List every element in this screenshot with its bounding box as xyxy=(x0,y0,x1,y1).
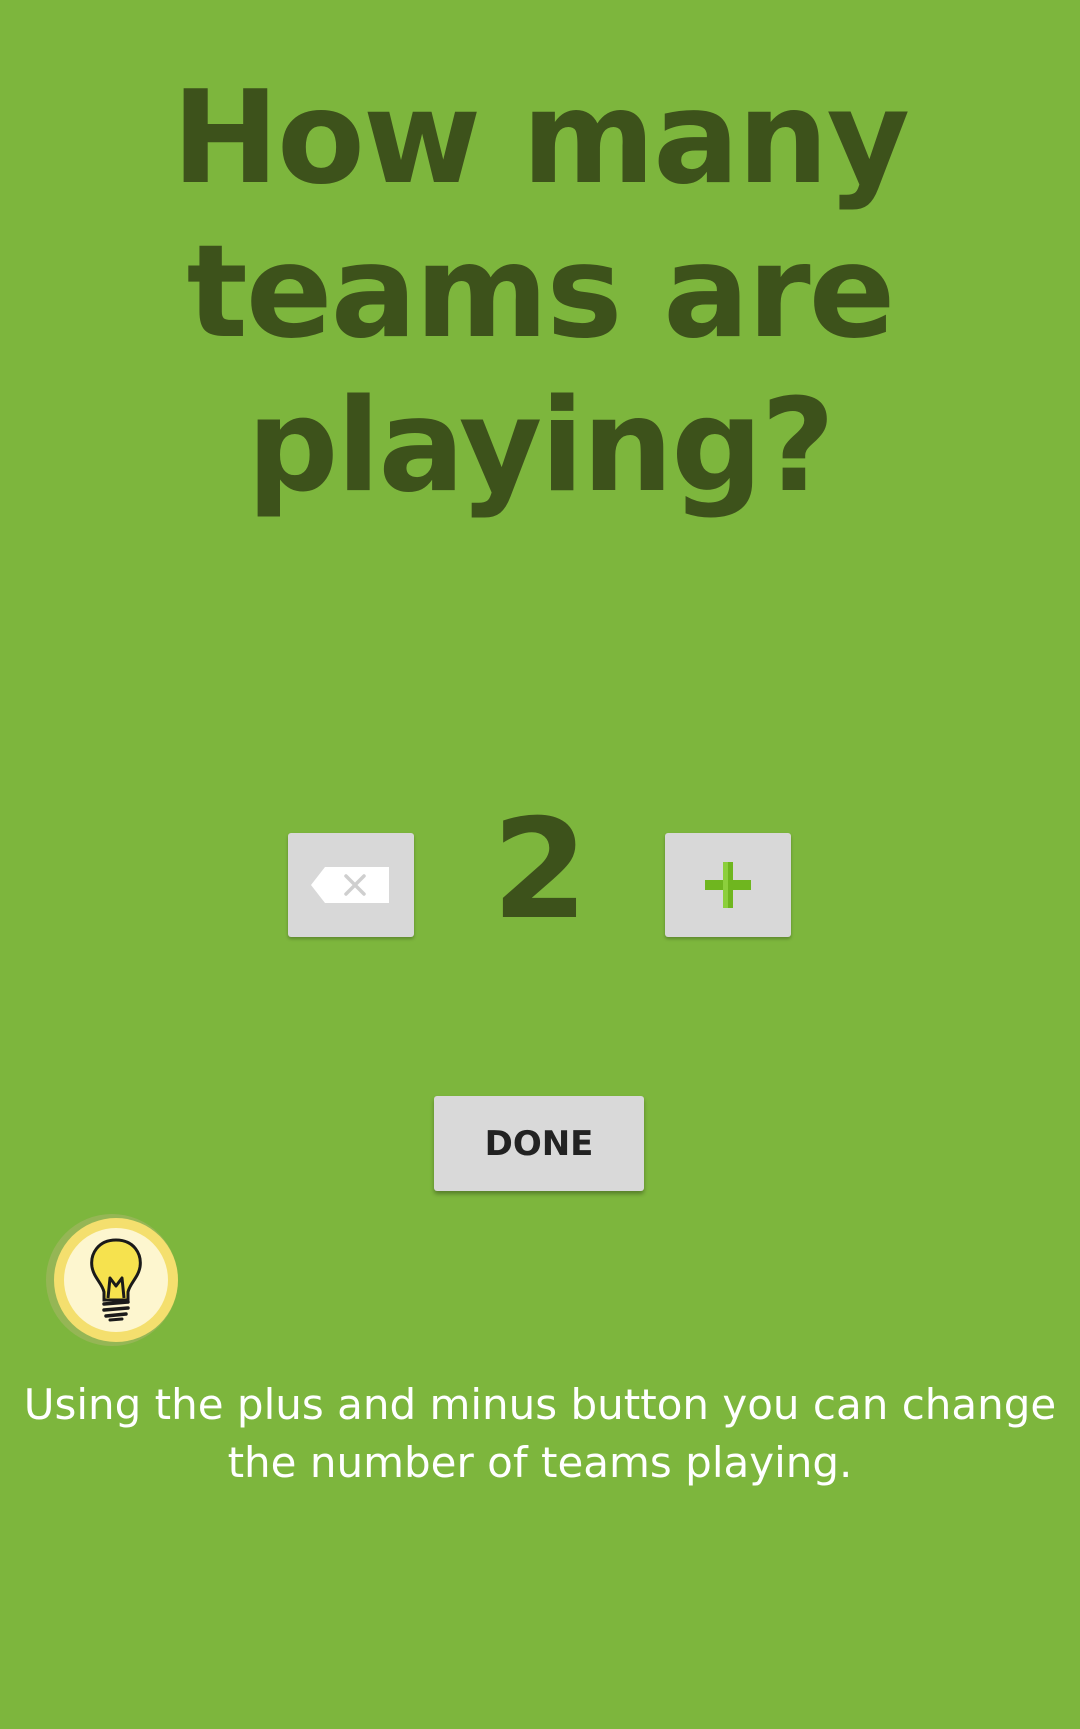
backspace-icon xyxy=(311,867,389,903)
minus-button[interactable] xyxy=(288,833,414,937)
question-line-2: teams are xyxy=(186,218,896,367)
plus-button[interactable] xyxy=(665,833,791,937)
team-count-stepper: 2 xyxy=(0,800,1080,940)
plus-icon xyxy=(705,862,751,908)
team-count-value: 2 xyxy=(491,789,589,950)
question-line-3: playing? xyxy=(246,372,835,521)
question-title: How many teams are playing? xyxy=(0,62,1080,524)
question-line-1: How many xyxy=(171,64,910,213)
done-button[interactable]: DONE xyxy=(434,1096,644,1191)
lightbulb-icon xyxy=(46,1214,178,1346)
hint-text: Using the plus and minus button you can … xyxy=(23,1380,1057,1487)
